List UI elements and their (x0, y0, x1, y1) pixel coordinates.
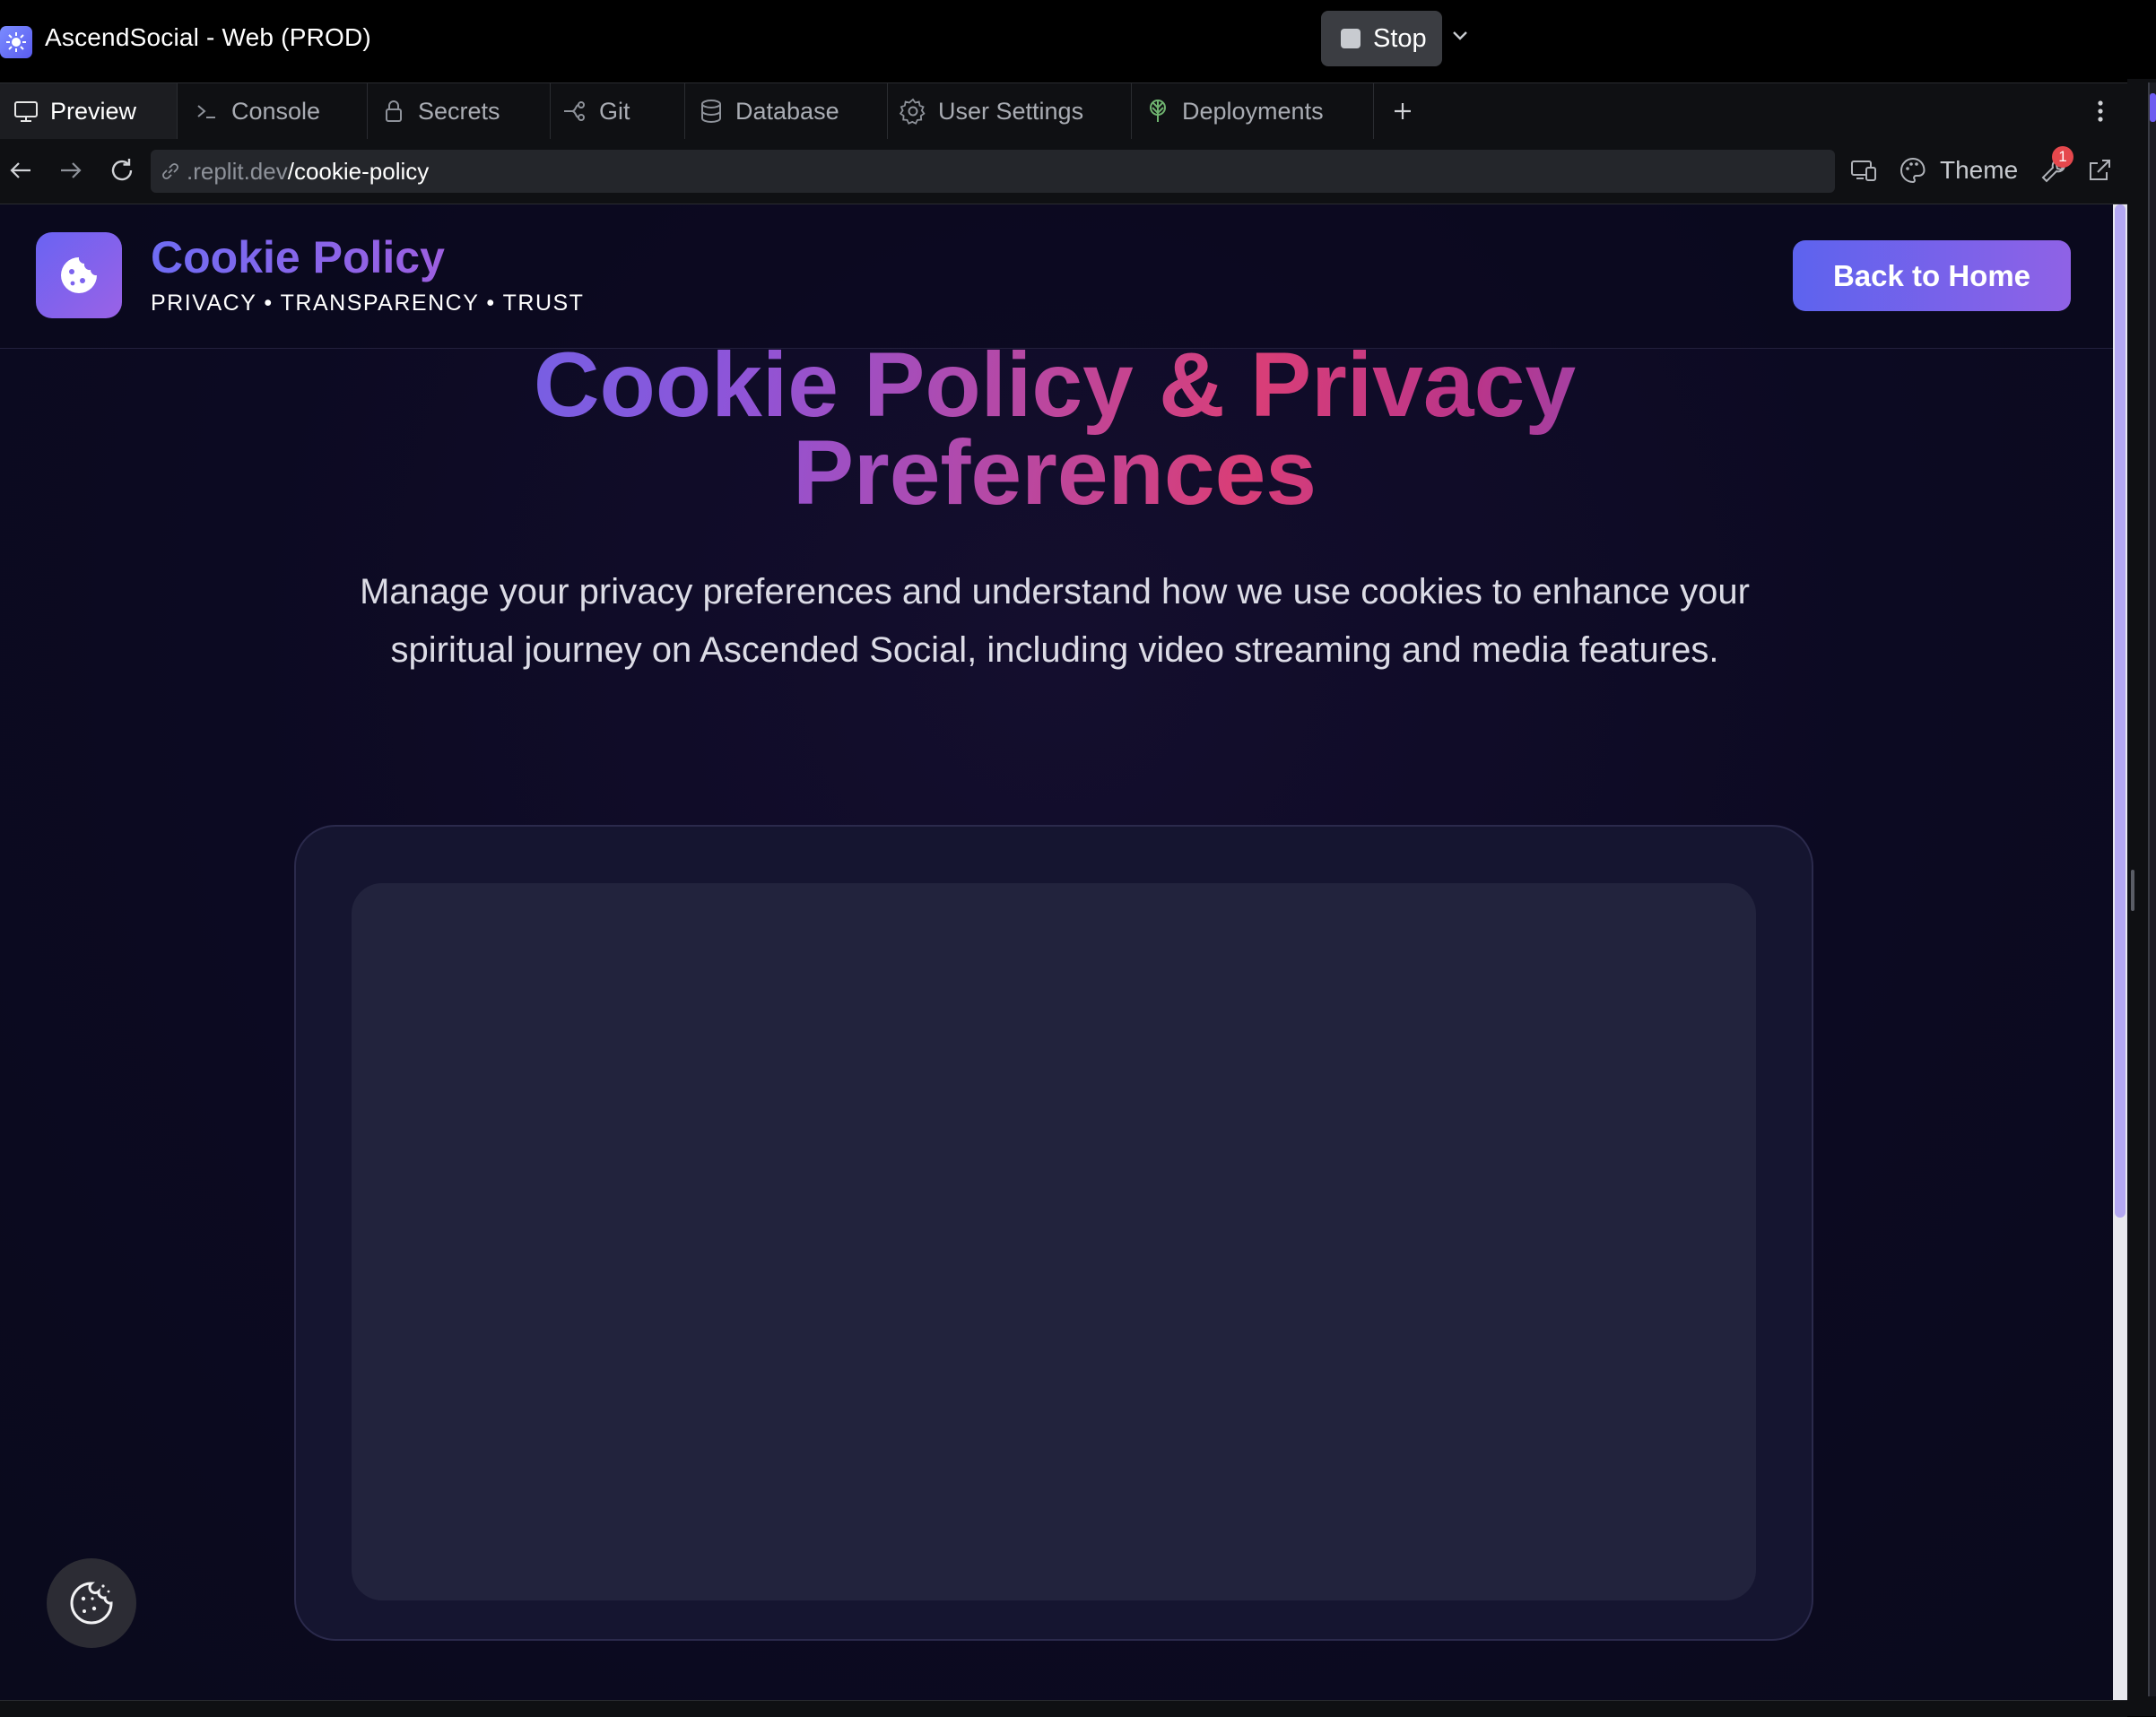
window-titlebar: AscendSocial - Web (PROD) Stop (0, 0, 2156, 79)
lock-icon (386, 100, 402, 122)
app-title: AscendSocial - Web (PROD) (45, 23, 371, 51)
reload-icon[interactable] (107, 155, 137, 186)
scrollbar-thumb[interactable] (2115, 204, 2126, 1218)
address-bar: .replit.dev/cookie-policy Theme (0, 139, 2127, 204)
stop-button[interactable]: Stop (1321, 11, 1442, 66)
stop-icon (1341, 29, 1361, 48)
database-icon (701, 100, 721, 124)
tab-user-settings[interactable]: User Settings (888, 83, 1132, 139)
tab-preview[interactable]: Preview (0, 83, 178, 139)
tab-label: Database (735, 97, 839, 125)
workspace-tabbar: Preview Console Secrets Git Database Use… (0, 82, 2127, 140)
tab-deployments[interactable]: Deployments (1132, 83, 1374, 139)
tab-secrets[interactable]: Secrets (368, 83, 551, 139)
tab-label: Git (599, 97, 630, 125)
url-path: /cookie-policy (287, 157, 430, 185)
tab-label: Console (231, 97, 321, 125)
deploy-icon (1150, 100, 1166, 122)
adjacent-panel-edge (2148, 82, 2156, 1696)
back-to-home-button[interactable]: Back to Home (1793, 240, 2071, 311)
site-header: Cookie Policy PRIVACY • TRANSPARENCY • T… (0, 204, 2113, 349)
monitor-icon (14, 101, 38, 122)
url-field[interactable]: .replit.dev/cookie-policy (151, 150, 1835, 193)
hero-title: Cookie Policy & Privacy Preferences (269, 341, 1840, 516)
chevron-down-icon[interactable] (1447, 23, 1473, 48)
tab-label: User Settings (938, 97, 1084, 125)
responsive-devices-icon[interactable] (1849, 155, 1878, 186)
cookie-logo-icon (36, 232, 122, 318)
forward-arrow-icon[interactable] (56, 155, 86, 186)
hero-title-line2: Preferences (792, 421, 1317, 524)
site-title: Cookie Policy (151, 232, 445, 282)
theme-button[interactable]: Theme (1899, 155, 2018, 186)
resize-handle[interactable] (2131, 870, 2134, 911)
add-tab-icon[interactable] (1388, 83, 1417, 139)
tab-label: Secrets (418, 97, 500, 125)
preview-viewport: Cookie Policy PRIVACY • TRANSPARENCY • T… (0, 204, 2113, 1700)
url-host: .replit.dev (187, 157, 288, 185)
open-external-icon[interactable] (2086, 155, 2113, 186)
palette-icon (1900, 157, 1926, 184)
preferences-card-placeholder (352, 883, 1756, 1600)
tab-database[interactable]: Database (685, 83, 888, 139)
stop-label: Stop (1373, 23, 1427, 53)
tab-label: Deployments (1182, 97, 1324, 125)
git-branch-icon (564, 101, 585, 121)
terminal-icon (197, 105, 215, 118)
gear-icon (899, 98, 926, 125)
tab-git[interactable]: Git (551, 83, 685, 139)
more-vertical-icon[interactable] (2090, 83, 2111, 139)
tab-console[interactable]: Console (179, 83, 368, 139)
site-subtitle: PRIVACY • TRANSPARENCY • TRUST (151, 291, 585, 316)
cookie-settings-button[interactable] (47, 1558, 136, 1648)
tab-label: Preview (50, 97, 137, 125)
panel-indicator (2150, 93, 2156, 122)
theme-label: Theme (1940, 156, 2019, 184)
app-logo-icon (0, 26, 32, 58)
bottom-status-strip (0, 1700, 2127, 1717)
link-icon (162, 163, 178, 179)
cookie-icon (70, 1582, 113, 1625)
hero-title-line1: Cookie Policy & Privacy (533, 334, 1577, 436)
devtools-badge: 1 (2052, 146, 2073, 168)
back-arrow-icon[interactable] (5, 155, 36, 186)
hero-description: Manage your privacy preferences and unde… (360, 572, 1750, 670)
